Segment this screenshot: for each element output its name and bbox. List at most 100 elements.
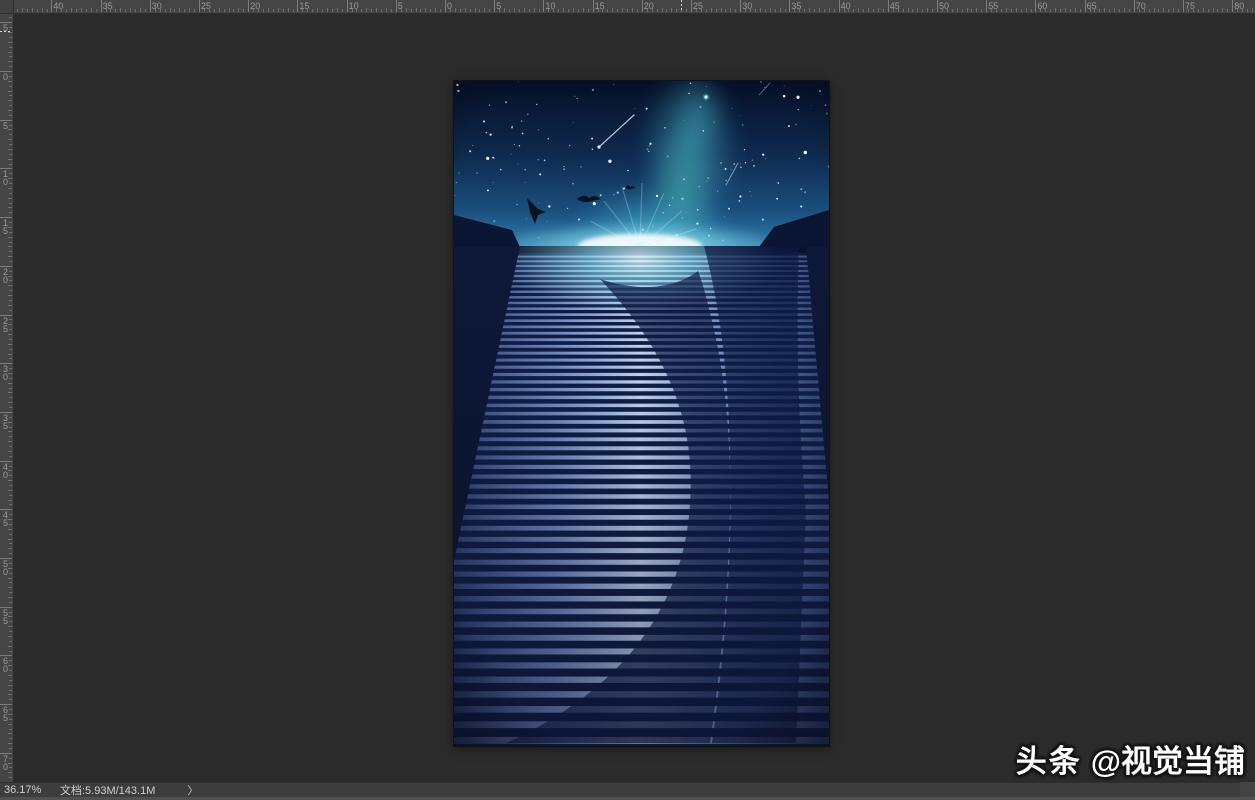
ruler-tick bbox=[696, 9, 697, 12]
ruler-tick bbox=[76, 9, 77, 12]
ruler-tick bbox=[9, 641, 12, 642]
ruler-tick bbox=[8, 178, 12, 179]
ruler-tick bbox=[224, 9, 225, 12]
document-canvas[interactable] bbox=[454, 81, 829, 746]
ruler-tick bbox=[238, 8, 239, 12]
ruler-tick bbox=[51, 0, 52, 12]
ruler-tick bbox=[1080, 9, 1081, 12]
ruler-tick bbox=[42, 8, 43, 12]
ruler-tick bbox=[8, 441, 12, 442]
ruler-tick bbox=[780, 8, 781, 12]
status-expander-icon[interactable]: 〉 bbox=[187, 782, 198, 798]
ruler-tick bbox=[642, 0, 643, 12]
resize-grip[interactable] bbox=[1240, 782, 1255, 797]
ruler-tick bbox=[8, 539, 12, 540]
ruler-tick bbox=[8, 743, 12, 744]
ruler-tick bbox=[406, 8, 407, 12]
ruler-tick bbox=[627, 9, 628, 12]
ruler-tick bbox=[8, 334, 12, 335]
ruler-tick bbox=[578, 9, 579, 12]
ruler-tick bbox=[475, 8, 476, 12]
watermark: 头条@视觉当铺 bbox=[1016, 736, 1245, 781]
ruler-tick bbox=[804, 9, 805, 12]
ruler-tick bbox=[8, 32, 12, 33]
ruler-tick bbox=[716, 9, 717, 12]
ruler-tick bbox=[8, 52, 12, 53]
ruler-tick bbox=[598, 9, 599, 12]
ruler-tick bbox=[9, 105, 12, 106]
ruler-tick bbox=[9, 154, 12, 155]
ruler-tick bbox=[9, 66, 12, 67]
ruler-tick bbox=[179, 8, 180, 12]
ruler-tick bbox=[288, 8, 289, 12]
ruler-tick bbox=[366, 8, 367, 12]
ruler-tick bbox=[110, 8, 111, 12]
ruler-tick bbox=[8, 587, 12, 588]
ruler-tick bbox=[770, 8, 771, 12]
ruler-tick bbox=[9, 125, 12, 126]
ruler-tick bbox=[568, 9, 569, 12]
ruler-tick bbox=[8, 597, 12, 598]
ruler-tick bbox=[9, 86, 12, 87]
ruler-tick bbox=[8, 694, 12, 695]
ruler-tick bbox=[8, 763, 12, 764]
ruler-tick bbox=[8, 646, 12, 647]
ruler-tick bbox=[361, 9, 362, 12]
ruler-tick bbox=[602, 8, 603, 12]
ruler-tick bbox=[686, 9, 687, 12]
ruler-tick bbox=[9, 115, 12, 116]
ruler-tick bbox=[233, 9, 234, 12]
ruler-tick bbox=[509, 9, 510, 12]
zoom-level-field[interactable]: 36.17% bbox=[4, 784, 54, 796]
ruler-tick bbox=[189, 8, 190, 12]
poster-artwork bbox=[454, 81, 829, 746]
ruler-tick bbox=[903, 9, 904, 12]
vertical-ruler[interactable]: 5051 01 52 02 53 03 54 04 55 05 56 06 57… bbox=[0, 14, 14, 782]
ruler-tick bbox=[8, 256, 12, 257]
ruler-tick bbox=[165, 9, 166, 12]
ruler-tick bbox=[9, 495, 12, 496]
ruler-tick bbox=[1237, 9, 1238, 12]
ruler-tick bbox=[1139, 9, 1140, 12]
ruler-tick bbox=[297, 0, 298, 12]
canvas-area[interactable] bbox=[14, 14, 1255, 782]
ruler-tick bbox=[9, 193, 12, 194]
ruler-tick bbox=[8, 490, 12, 491]
ruler-tick bbox=[17, 9, 18, 12]
ruler-tick bbox=[9, 553, 12, 554]
ruler-tick bbox=[9, 690, 12, 691]
ruler-tick bbox=[789, 0, 790, 12]
ruler-tick bbox=[9, 758, 12, 759]
ruler-tick bbox=[8, 772, 12, 773]
ruler-tick bbox=[1090, 9, 1091, 12]
ruler-tick bbox=[9, 95, 12, 96]
ruler-tick bbox=[1085, 0, 1086, 12]
horizontal-ruler[interactable]: 4035302520151050510152025303540455055606… bbox=[14, 0, 1255, 14]
ruler-origin-box[interactable] bbox=[0, 0, 14, 14]
ruler-tick bbox=[666, 9, 667, 12]
ruler-tick bbox=[8, 324, 12, 325]
ruler-tick bbox=[160, 8, 161, 12]
ruler-tick bbox=[396, 0, 397, 12]
ruler-tick bbox=[9, 349, 12, 350]
ruler-tick bbox=[465, 8, 466, 12]
ruler-tick bbox=[8, 42, 12, 43]
ruler-tick bbox=[839, 0, 840, 12]
ruler-tick bbox=[9, 514, 12, 515]
ruler-tick bbox=[529, 9, 530, 12]
ruler-tick bbox=[1252, 8, 1253, 12]
ruler-tick bbox=[322, 9, 323, 12]
ruler-tick bbox=[8, 110, 12, 111]
ruler-tick bbox=[499, 9, 500, 12]
ruler-tick bbox=[976, 8, 977, 12]
ruler-tick bbox=[209, 8, 210, 12]
ruler-tick bbox=[632, 8, 633, 12]
ruler-tick bbox=[760, 8, 761, 12]
ruler-tick bbox=[130, 8, 131, 12]
ruler-tick bbox=[9, 524, 12, 525]
ruler-tick bbox=[814, 9, 815, 12]
ruler-tick bbox=[863, 9, 864, 12]
ruler-tick bbox=[86, 9, 87, 12]
ruler-tick bbox=[652, 8, 653, 12]
ruler-tick bbox=[9, 37, 12, 38]
